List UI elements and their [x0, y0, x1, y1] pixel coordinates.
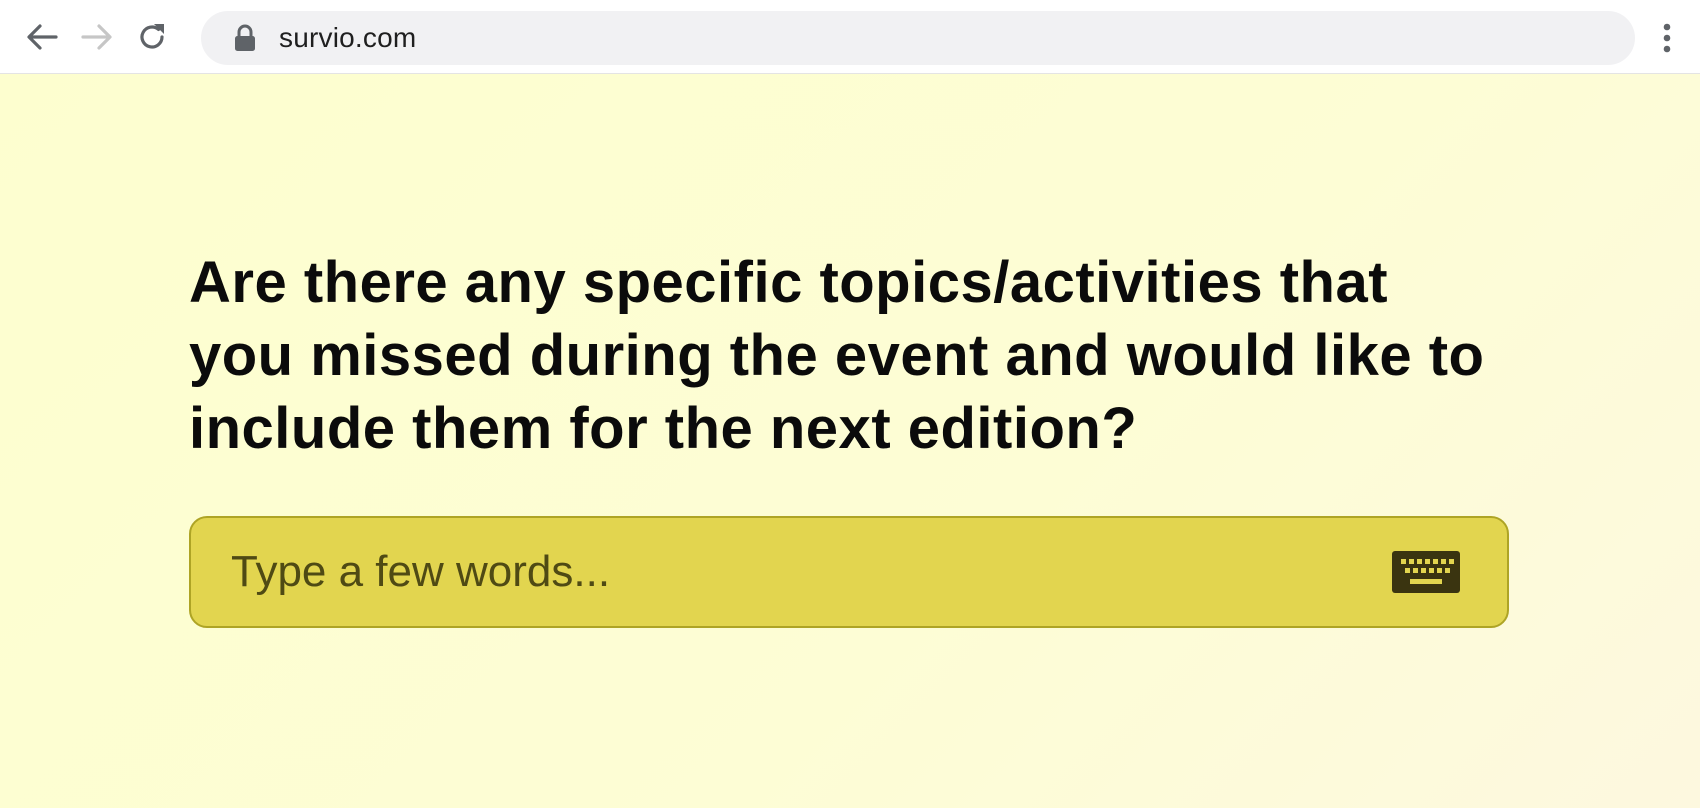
keyboard-icon	[1392, 551, 1460, 593]
reload-icon	[140, 24, 164, 49]
reload-button[interactable]	[134, 19, 170, 55]
forward-button[interactable]	[79, 19, 115, 55]
arrow-right-icon	[81, 24, 112, 50]
answer-input[interactable]	[229, 541, 1333, 603]
survey-page: Are there any specific topics/activities…	[0, 74, 1700, 808]
kebab-menu-icon	[1663, 23, 1671, 53]
address-bar[interactable]: survio.com	[201, 11, 1635, 65]
browser-toolbar: survio.com	[0, 0, 1700, 74]
url-text: survio.com	[279, 22, 417, 53]
question-title: Are there any specific topics/activities…	[189, 250, 1485, 461]
back-button[interactable]	[24, 19, 60, 55]
lock-icon	[233, 23, 257, 53]
arrow-left-icon	[27, 24, 58, 50]
answer-field[interactable]	[189, 516, 1509, 628]
browser-menu-button[interactable]	[1652, 20, 1682, 56]
